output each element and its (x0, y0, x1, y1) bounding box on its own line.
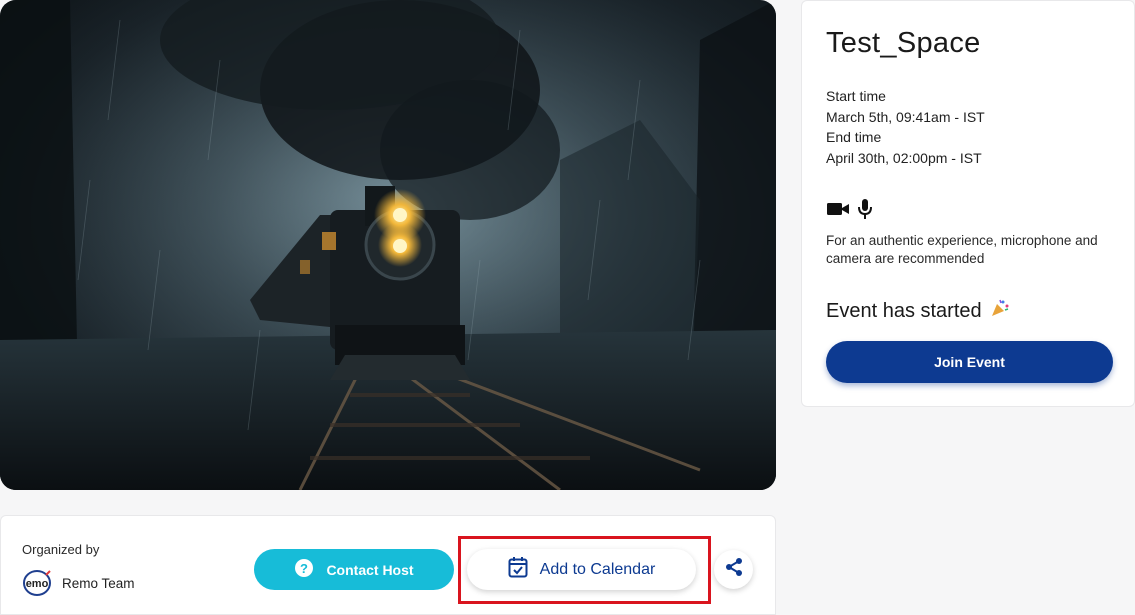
event-banner-image (0, 0, 776, 490)
contact-host-label: Contact Host (326, 561, 414, 578)
event-status-text: Event has started (826, 299, 982, 322)
question-circle-icon: ? (294, 558, 314, 581)
video-camera-icon (827, 201, 849, 222)
organizer-name: Remo Team (62, 575, 135, 591)
share-icon (724, 557, 744, 582)
start-time-value: March 5th, 09:41am - IST (826, 108, 985, 125)
organizer-card: Organized by emo Remo Team ? Contact Hos… (0, 515, 776, 615)
media-recommendation-text: For an authentic experience, microphone … (826, 233, 1098, 266)
join-event-button[interactable]: Join Event (826, 341, 1113, 383)
share-button[interactable] (714, 550, 753, 589)
svg-text:emo: emo (26, 578, 49, 590)
organizer-logo: emo (22, 569, 52, 597)
event-info-card: Test_Space Start time March 5th, 09:41am… (801, 0, 1135, 407)
end-time-label: End time (826, 129, 882, 145)
svg-text:?: ? (300, 561, 308, 576)
contact-host-button[interactable]: ? Contact Host (254, 549, 454, 590)
start-time-label: Start time (826, 88, 886, 104)
media-requirements (827, 198, 873, 225)
organizer-row: emo Remo Team (22, 569, 135, 597)
event-status: Event has started (826, 298, 1010, 324)
event-page: Test_Space Start time March 5th, 09:41am… (0, 0, 1135, 615)
party-popper-icon (990, 298, 1010, 324)
event-time-block: Start time March 5th, 09:41am - IST End … (826, 86, 985, 168)
calendar-check-icon (508, 556, 528, 583)
add-to-calendar-button[interactable]: Add to Calendar (467, 549, 696, 590)
organized-by-label: Organized by (22, 542, 100, 557)
event-title: Test_Space (826, 27, 981, 59)
microphone-icon (857, 198, 873, 225)
add-to-calendar-label: Add to Calendar (539, 560, 656, 578)
end-time-value: April 30th, 02:00pm - IST (826, 149, 982, 166)
